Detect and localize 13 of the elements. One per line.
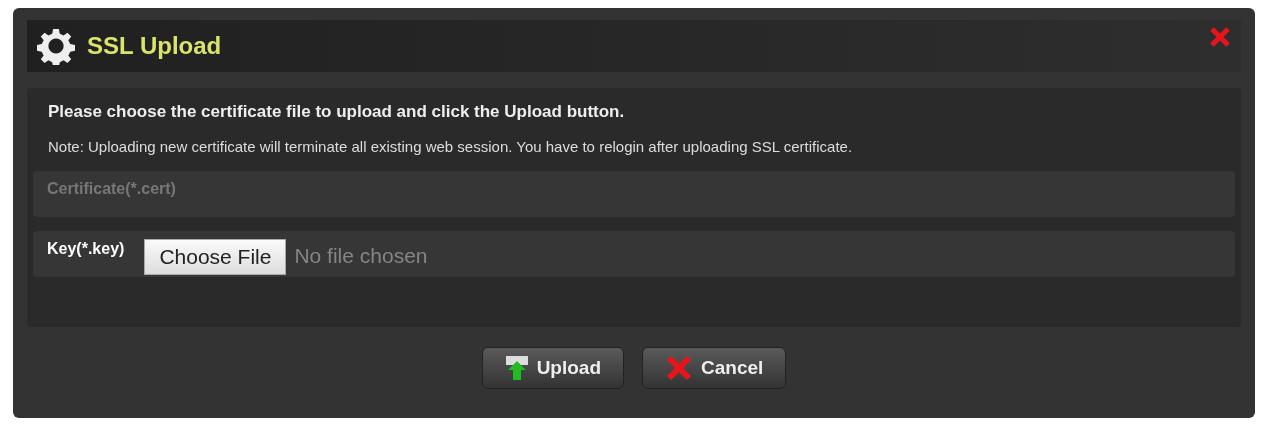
field-label: Key(*.key) <box>47 240 125 258</box>
instruction-text: Please choose the certificate file to upload and click the Upload button. <box>48 102 626 122</box>
choose-file-button[interactable]: Choose File <box>144 239 287 275</box>
close-button[interactable] <box>1209 26 1231 48</box>
file-status-text: No file chosen <box>294 244 428 268</box>
upload-button[interactable]: Upload <box>481 346 625 389</box>
field-label: Certificate(*.cert) <box>47 180 176 198</box>
cancel-button[interactable]: Cancel <box>642 346 787 389</box>
upload-arrow-icon <box>504 354 529 381</box>
gear-icon <box>37 27 75 65</box>
cross-icon <box>665 354 694 381</box>
window-title: SSL Upload <box>87 32 223 60</box>
note-text: Note: Uploading new certificate will terminate all existing web session. You have to relogin after uploading SSL certificate. <box>48 138 854 155</box>
